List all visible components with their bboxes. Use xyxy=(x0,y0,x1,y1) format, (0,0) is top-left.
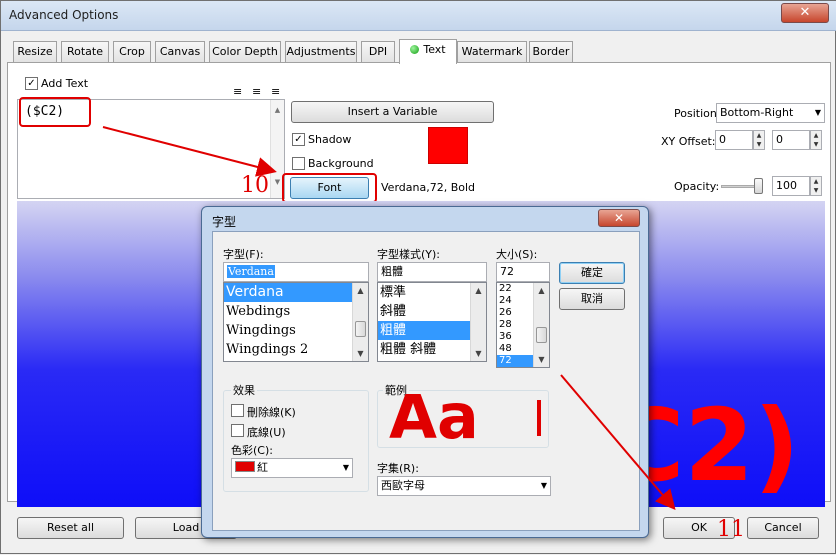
advanced-options-window: Advanced Options ✕ Resize Rotate Crop Ca… xyxy=(0,0,836,554)
step-11-label: 11 xyxy=(717,517,745,542)
arrow-to-ok-button xyxy=(560,374,676,511)
tab-text-label: Text xyxy=(423,43,446,56)
tab-text[interactable]: Text xyxy=(399,39,457,64)
arrow-to-font-button xyxy=(102,126,277,177)
active-dot-icon xyxy=(410,45,420,54)
step-10-label: 10 xyxy=(241,173,269,198)
annotation-arrows xyxy=(102,126,676,511)
